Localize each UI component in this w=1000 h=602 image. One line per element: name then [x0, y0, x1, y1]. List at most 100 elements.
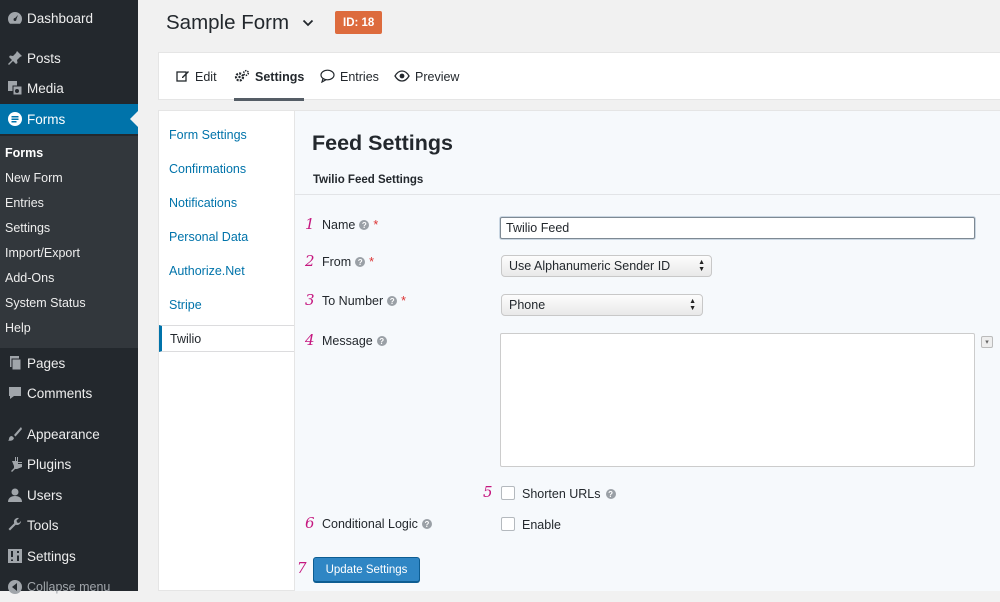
conditional-logic-checkbox[interactable]: [501, 517, 515, 531]
help-icon[interactable]: ?: [387, 296, 398, 306]
sidebar-item-appearance[interactable]: Appearance: [0, 419, 138, 449]
step-number: 2: [305, 252, 315, 270]
submenu-item-help[interactable]: Help: [5, 321, 31, 335]
wrench-icon: [0, 517, 26, 533]
settings-nav-confirmations[interactable]: Confirmations: [159, 155, 294, 182]
merge-tag-icon[interactable]: ▾: [981, 336, 993, 348]
help-icon[interactable]: ?: [421, 519, 432, 529]
step-number: 3: [305, 291, 315, 309]
help-icon[interactable]: ?: [605, 489, 616, 499]
to-number-select[interactable]: Phone ▲ ▼: [501, 294, 703, 316]
from-label: From ? *: [322, 255, 374, 269]
sidebar-item-comments[interactable]: Comments: [0, 378, 138, 408]
toolbar-entries[interactable]: Entries: [320, 53, 379, 101]
paintbrush-icon: [0, 426, 26, 442]
sidebar-item-dashboard[interactable]: Dashboard: [0, 3, 138, 33]
edit-icon: [176, 69, 190, 86]
from-select[interactable]: Use Alphanumeric Sender ID ▲ ▼: [501, 255, 712, 277]
sidebar-item-label: Plugins: [27, 456, 72, 472]
sidebar-item-posts[interactable]: Posts: [0, 43, 138, 73]
update-settings-button[interactable]: Update Settings: [313, 557, 420, 582]
gears-icon: [234, 69, 250, 86]
toolbar-entries-label: Entries: [340, 70, 379, 84]
form-toolbar: Edit Settings Entries Preview: [158, 52, 1000, 101]
settings-nav-twilio[interactable]: Twilio: [159, 325, 295, 352]
settings-nav-stripe[interactable]: Stripe: [159, 291, 294, 318]
sidebar-item-tools[interactable]: Tools: [0, 510, 138, 540]
comment-icon: [0, 385, 26, 401]
settings-nav-notifications[interactable]: Notifications: [159, 189, 294, 216]
comment-icon: [320, 69, 335, 86]
name-label: Name ? *: [322, 218, 378, 232]
sidebar-item-plugins[interactable]: Plugins: [0, 449, 138, 479]
sidebar-item-label: Media: [27, 80, 64, 96]
select-arrows-icon: ▲ ▼: [698, 259, 705, 273]
form-id-badge: ID: 18: [335, 11, 383, 34]
help-icon[interactable]: ?: [376, 336, 387, 346]
collapse-menu-button[interactable]: Collapse menu: [0, 572, 138, 602]
submenu-item-import-export[interactable]: Import/Export: [5, 246, 80, 260]
step-number: 4: [305, 331, 315, 349]
divider: [295, 194, 1000, 195]
from-select-value: Use Alphanumeric Sender ID: [509, 259, 671, 273]
sidebar-item-label: Tools: [27, 517, 59, 533]
dashboard-icon: [0, 10, 26, 26]
sidebar-item-media[interactable]: Media: [0, 73, 138, 103]
name-label-text: Name: [322, 218, 356, 232]
settings-nav-authorize-net[interactable]: Authorize.Net: [159, 257, 294, 284]
step-number: 6: [305, 514, 315, 532]
sidebar-item-forms[interactable]: Forms: [0, 104, 138, 134]
plugin-icon: [0, 456, 26, 472]
step-number: 5: [483, 483, 493, 501]
required-mark: *: [401, 294, 407, 308]
message-label-text: Message: [322, 334, 373, 348]
sidebar-item-label: Forms: [27, 111, 66, 127]
forms-icon: [0, 111, 26, 127]
step-number: 1: [305, 215, 315, 233]
sidebar-item-settings[interactable]: Settings: [0, 541, 138, 571]
section-title: Twilio Feed Settings: [313, 174, 424, 186]
toolbar-edit-label: Edit: [195, 70, 217, 84]
from-label-text: From: [322, 255, 352, 269]
submenu-item-forms[interactable]: Forms: [5, 146, 43, 160]
form-title[interactable]: Sample Form: [166, 11, 289, 35]
settings-nav-form-settings[interactable]: Form Settings: [159, 121, 294, 148]
submenu-item-entries[interactable]: Entries: [5, 196, 44, 210]
sidebar-item-label: Users: [27, 487, 63, 503]
collapse-icon: [0, 579, 26, 595]
toolbar-settings-label: Settings: [255, 70, 305, 84]
submenu-item-settings[interactable]: Settings: [5, 221, 50, 235]
message-textarea[interactable]: [500, 333, 975, 467]
submenu-item-system-status[interactable]: System Status: [5, 296, 86, 310]
help-icon[interactable]: ?: [359, 220, 370, 230]
sidebar-item-label: Dashboard: [27, 10, 94, 26]
submenu-item-add-ons[interactable]: Add-Ons: [5, 271, 54, 285]
toolbar-edit[interactable]: Edit: [176, 53, 217, 101]
forms-submenu: Forms New Form Entries Settings Import/E…: [0, 136, 138, 348]
message-label: Message ?: [322, 334, 387, 348]
conditional-logic-option: Enable: [522, 518, 561, 532]
settings-nav-personal-data[interactable]: Personal Data: [159, 223, 294, 250]
to-number-label: To Number ? *: [322, 294, 406, 308]
name-input[interactable]: [500, 217, 975, 239]
submenu-item-new-form[interactable]: New Form: [5, 171, 63, 185]
pages-icon: [0, 355, 26, 371]
settings-nav: Form Settings Confirmations Notification…: [158, 110, 295, 591]
shorten-urls-label-text: Shorten URLs: [522, 487, 601, 501]
admin-sidebar: Dashboard Posts Media Forms Forms New Fo…: [0, 0, 138, 594]
toolbar-preview[interactable]: Preview: [394, 53, 459, 101]
help-icon[interactable]: ?: [355, 257, 366, 267]
chevron-down-icon[interactable]: [302, 17, 314, 32]
page-title: Feed Settings: [312, 131, 453, 155]
conditional-logic-label-text: Conditional Logic: [322, 517, 418, 531]
sidebar-item-label: Posts: [27, 50, 61, 66]
sidebar-item-pages[interactable]: Pages: [0, 348, 138, 378]
select-arrows-icon: ▲ ▼: [689, 298, 696, 312]
sidebar-item-label: Comments: [27, 385, 93, 401]
sidebar-item-users[interactable]: Users: [0, 480, 138, 510]
conditional-logic-label: Conditional Logic ?: [322, 517, 432, 531]
toolbar-settings[interactable]: Settings: [234, 53, 305, 101]
settings-icon: [0, 548, 26, 564]
shorten-urls-checkbox[interactable]: [501, 486, 515, 500]
required-mark: *: [373, 218, 379, 232]
